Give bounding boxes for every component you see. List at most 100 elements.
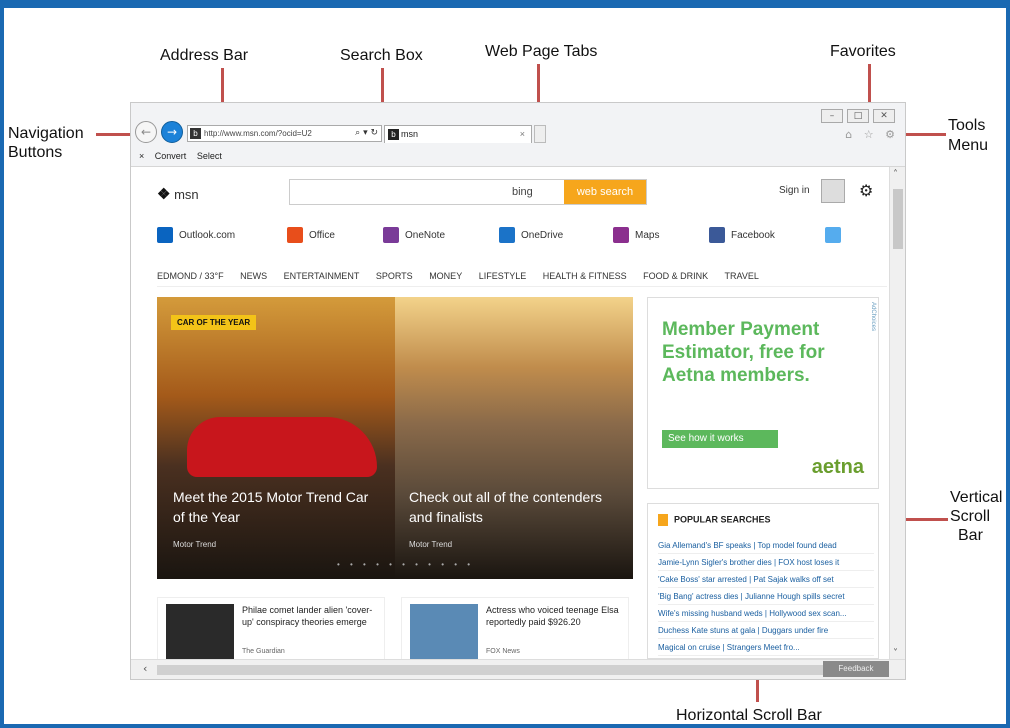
- tab-close-icon[interactable]: ×: [520, 126, 525, 143]
- popular-searches-title: POPULAR SEARCHES: [658, 514, 771, 526]
- callout-address-bar: Address Bar: [160, 47, 249, 64]
- app-twitter[interactable]: [825, 227, 847, 245]
- nav-food-drink[interactable]: FOOD & DRINK: [643, 271, 708, 281]
- bing-label: bing: [512, 186, 533, 198]
- onenote-icon: [383, 227, 399, 244]
- callout-navigation-1: Navigation: [8, 125, 84, 142]
- app-facebook-label: Facebook: [731, 230, 775, 241]
- hero-carousel[interactable]: CAR OF THE YEAR Meet the 2015 Motor Tren…: [157, 297, 633, 579]
- feedback-button[interactable]: Feedback: [823, 661, 889, 677]
- command-bar: × Convert Select: [131, 147, 905, 166]
- category-nav: EDMOND / 33°F NEWS ENTERTAINMENT SPORTS …: [157, 267, 887, 287]
- ad-choices[interactable]: AdChoices: [870, 302, 876, 331]
- popular-row[interactable]: 'Cake Boss' star arrested | Pat Sajak wa…: [658, 572, 874, 588]
- news-card[interactable]: Actress who voiced teenage Elsa reported…: [401, 597, 629, 661]
- back-button[interactable]: ←: [135, 121, 157, 143]
- app-outlook[interactable]: Outlook.com: [157, 227, 235, 245]
- vertical-scroll-thumb[interactable]: [893, 189, 903, 249]
- address-bar[interactable]: b http://www.msn.com/?ocid=U2 ⌕ ▾ ↻: [187, 125, 382, 142]
- avatar[interactable]: [821, 179, 845, 203]
- popular-row[interactable]: Magical on cruise | Strangers Meet fro..…: [658, 640, 874, 656]
- vertical-scroll-bar[interactable]: ˄ ˅: [889, 167, 905, 661]
- nav-news[interactable]: NEWS: [240, 271, 267, 281]
- app-facebook[interactable]: Facebook: [709, 227, 775, 245]
- popular-searches-label: POPULAR SEARCHES: [674, 514, 771, 525]
- popular-row[interactable]: 'Big Bang' actress dies | Julianne Hough…: [658, 589, 874, 605]
- gear-icon[interactable]: ⚙: [859, 181, 873, 200]
- news-thumbnail: [166, 604, 234, 661]
- car-image: [187, 417, 377, 477]
- app-onenote[interactable]: OneNote: [383, 227, 445, 245]
- address-controls[interactable]: ⌕ ▾ ↻: [355, 126, 378, 141]
- popular-row[interactable]: Wife's missing husband weds | Hollywood …: [658, 606, 874, 622]
- nav-health-fitness[interactable]: HEALTH & FITNESS: [543, 271, 627, 281]
- app-onedrive[interactable]: OneDrive: [499, 227, 563, 245]
- msn-logo[interactable]: ❖ msn: [157, 185, 199, 203]
- command-bar-close[interactable]: ×: [139, 151, 144, 161]
- app-onedrive-label: OneDrive: [521, 230, 564, 241]
- nav-entertainment[interactable]: ENTERTAINMENT: [284, 271, 360, 281]
- news-card[interactable]: Philae comet lander alien 'cover-up' con…: [157, 597, 385, 661]
- nav-lifestyle[interactable]: LIFESTYLE: [479, 271, 527, 281]
- popular-row[interactable]: Duchess Kate stuns at gala | Duggars und…: [658, 623, 874, 639]
- forward-arrow-icon: →: [166, 125, 178, 139]
- news-source: The Guardian: [242, 648, 285, 655]
- search-box[interactable]: bing web search: [289, 179, 647, 205]
- hero-source-1: Motor Trend: [173, 540, 217, 549]
- tab-msn[interactable]: b msn ×: [384, 125, 532, 143]
- maps-icon: [613, 227, 629, 244]
- forward-button[interactable]: →: [161, 121, 183, 143]
- callout-tools-1: Tools: [948, 117, 986, 134]
- scroll-down-icon[interactable]: ˅: [893, 648, 898, 659]
- callout-web-page-tabs: Web Page Tabs: [485, 43, 598, 60]
- popular-row[interactable]: Jamie-Lynn Sigler's brother dies | FOX h…: [658, 555, 874, 571]
- callout-horizontal-scroll: Horizontal Scroll Bar: [676, 707, 822, 724]
- scroll-up-icon[interactable]: ˄: [893, 169, 898, 180]
- callout-tools-2: Menu: [948, 137, 989, 154]
- hero-source-2: Motor Trend: [409, 540, 453, 549]
- horizontal-scroll-thumb[interactable]: [157, 665, 887, 675]
- address-url: http://www.msn.com/?ocid=U2: [204, 129, 312, 138]
- popular-row[interactable]: Gia Allemand's BF speaks | Top model fou…: [658, 538, 874, 554]
- toolbar-icons[interactable]: ⌂ ☆ ⚙: [845, 128, 899, 141]
- tab-title: msn: [401, 129, 419, 139]
- app-office[interactable]: Office: [287, 227, 335, 245]
- news-title: Actress who voiced teenage Elsa reported…: [486, 605, 619, 627]
- news-source: FOX News: [486, 648, 520, 655]
- nav-sports[interactable]: SPORTS: [376, 271, 413, 281]
- browser-chrome: – □ ✕ ← → b http://www.msn.com/?ocid=U2 …: [131, 103, 905, 167]
- convert-button[interactable]: Convert: [155, 151, 187, 161]
- facebook-icon: [709, 227, 725, 244]
- select-button[interactable]: Select: [197, 151, 222, 161]
- app-outlook-label: Outlook.com: [179, 230, 236, 241]
- callout-navigation-2: Buttons: [8, 144, 63, 161]
- hero-slide-car[interactable]: CAR OF THE YEAR Meet the 2015 Motor Tren…: [157, 297, 395, 579]
- hero-slide-contenders[interactable]: Check out all of the contenders and fina…: [395, 297, 633, 579]
- minimize-button[interactable]: –: [821, 109, 843, 123]
- aetna-ad[interactable]: Member Payment Estimator, free for Aetna…: [647, 297, 879, 489]
- ad-cta-button[interactable]: See how it works: [662, 430, 778, 448]
- app-maps[interactable]: Maps: [613, 227, 659, 245]
- carousel-dots[interactable]: • • • • • • • • • • •: [337, 560, 474, 569]
- hero-caption-2: Check out all of the contenders and fina…: [409, 489, 603, 525]
- aetna-logo: aetna: [811, 456, 864, 478]
- horizontal-scroll-bar[interactable]: ‹ › Feedback: [131, 659, 905, 679]
- callout-search-box: Search Box: [340, 47, 423, 64]
- msn-logo-text: msn: [174, 187, 199, 202]
- sign-in-link[interactable]: Sign in: [779, 185, 810, 196]
- weather-location[interactable]: EDMOND / 33°F: [157, 271, 224, 281]
- web-page: ❖ msn bing web search Sign in ⚙ Outlook.…: [131, 167, 891, 661]
- bing-favicon-icon: b: [190, 128, 201, 139]
- nav-money[interactable]: MONEY: [429, 271, 462, 281]
- nav-travel[interactable]: TRAVEL: [725, 271, 759, 281]
- scroll-left-icon[interactable]: ‹: [143, 662, 147, 675]
- news-title: Philae comet lander alien 'cover-up' con…: [242, 605, 373, 627]
- office-icon: [287, 227, 303, 244]
- browser-window: – □ ✕ ← → b http://www.msn.com/?ocid=U2 …: [130, 102, 906, 680]
- new-tab-button[interactable]: [534, 125, 546, 143]
- news-thumbnail: [410, 604, 478, 661]
- close-window-button[interactable]: ✕: [873, 109, 895, 123]
- maximize-button[interactable]: □: [847, 109, 869, 123]
- ad-headline: Member Payment Estimator, free for Aetna…: [662, 319, 825, 386]
- web-search-button[interactable]: web search: [564, 180, 646, 204]
